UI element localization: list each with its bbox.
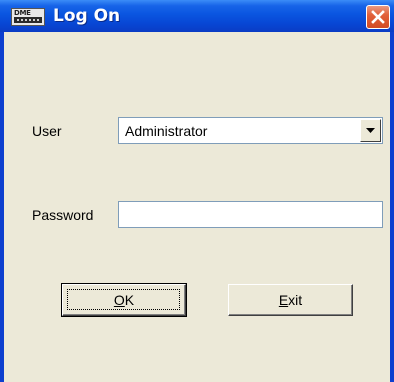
exit-button-mnemonic: E [278, 292, 289, 308]
close-button[interactable] [366, 5, 390, 29]
chevron-down-icon [366, 128, 375, 133]
close-icon [371, 10, 385, 24]
ok-button-label: K [124, 292, 135, 308]
user-combobox-value: Administrator [125, 123, 208, 139]
title-bar[interactable]: DME Log On [0, 0, 394, 32]
exit-button[interactable]: Exit [228, 284, 353, 316]
logon-dialog: DME Log On User Administrator Password O… [0, 0, 394, 382]
app-icon-logo: DME [14, 9, 31, 17]
exit-button-label: xit [288, 292, 303, 308]
password-field[interactable] [118, 201, 383, 228]
user-combobox[interactable]: Administrator [118, 117, 383, 144]
window-title: Log On [53, 6, 121, 26]
dme-app-icon: DME [11, 8, 45, 26]
user-dropdown-button[interactable] [360, 119, 381, 142]
ok-button-mnemonic: O [113, 292, 125, 308]
ok-button[interactable]: OK [61, 283, 187, 317]
dialog-body: User Administrator Password OK Exit [4, 32, 390, 382]
user-label: User [32, 123, 62, 139]
password-label: Password [32, 207, 94, 223]
